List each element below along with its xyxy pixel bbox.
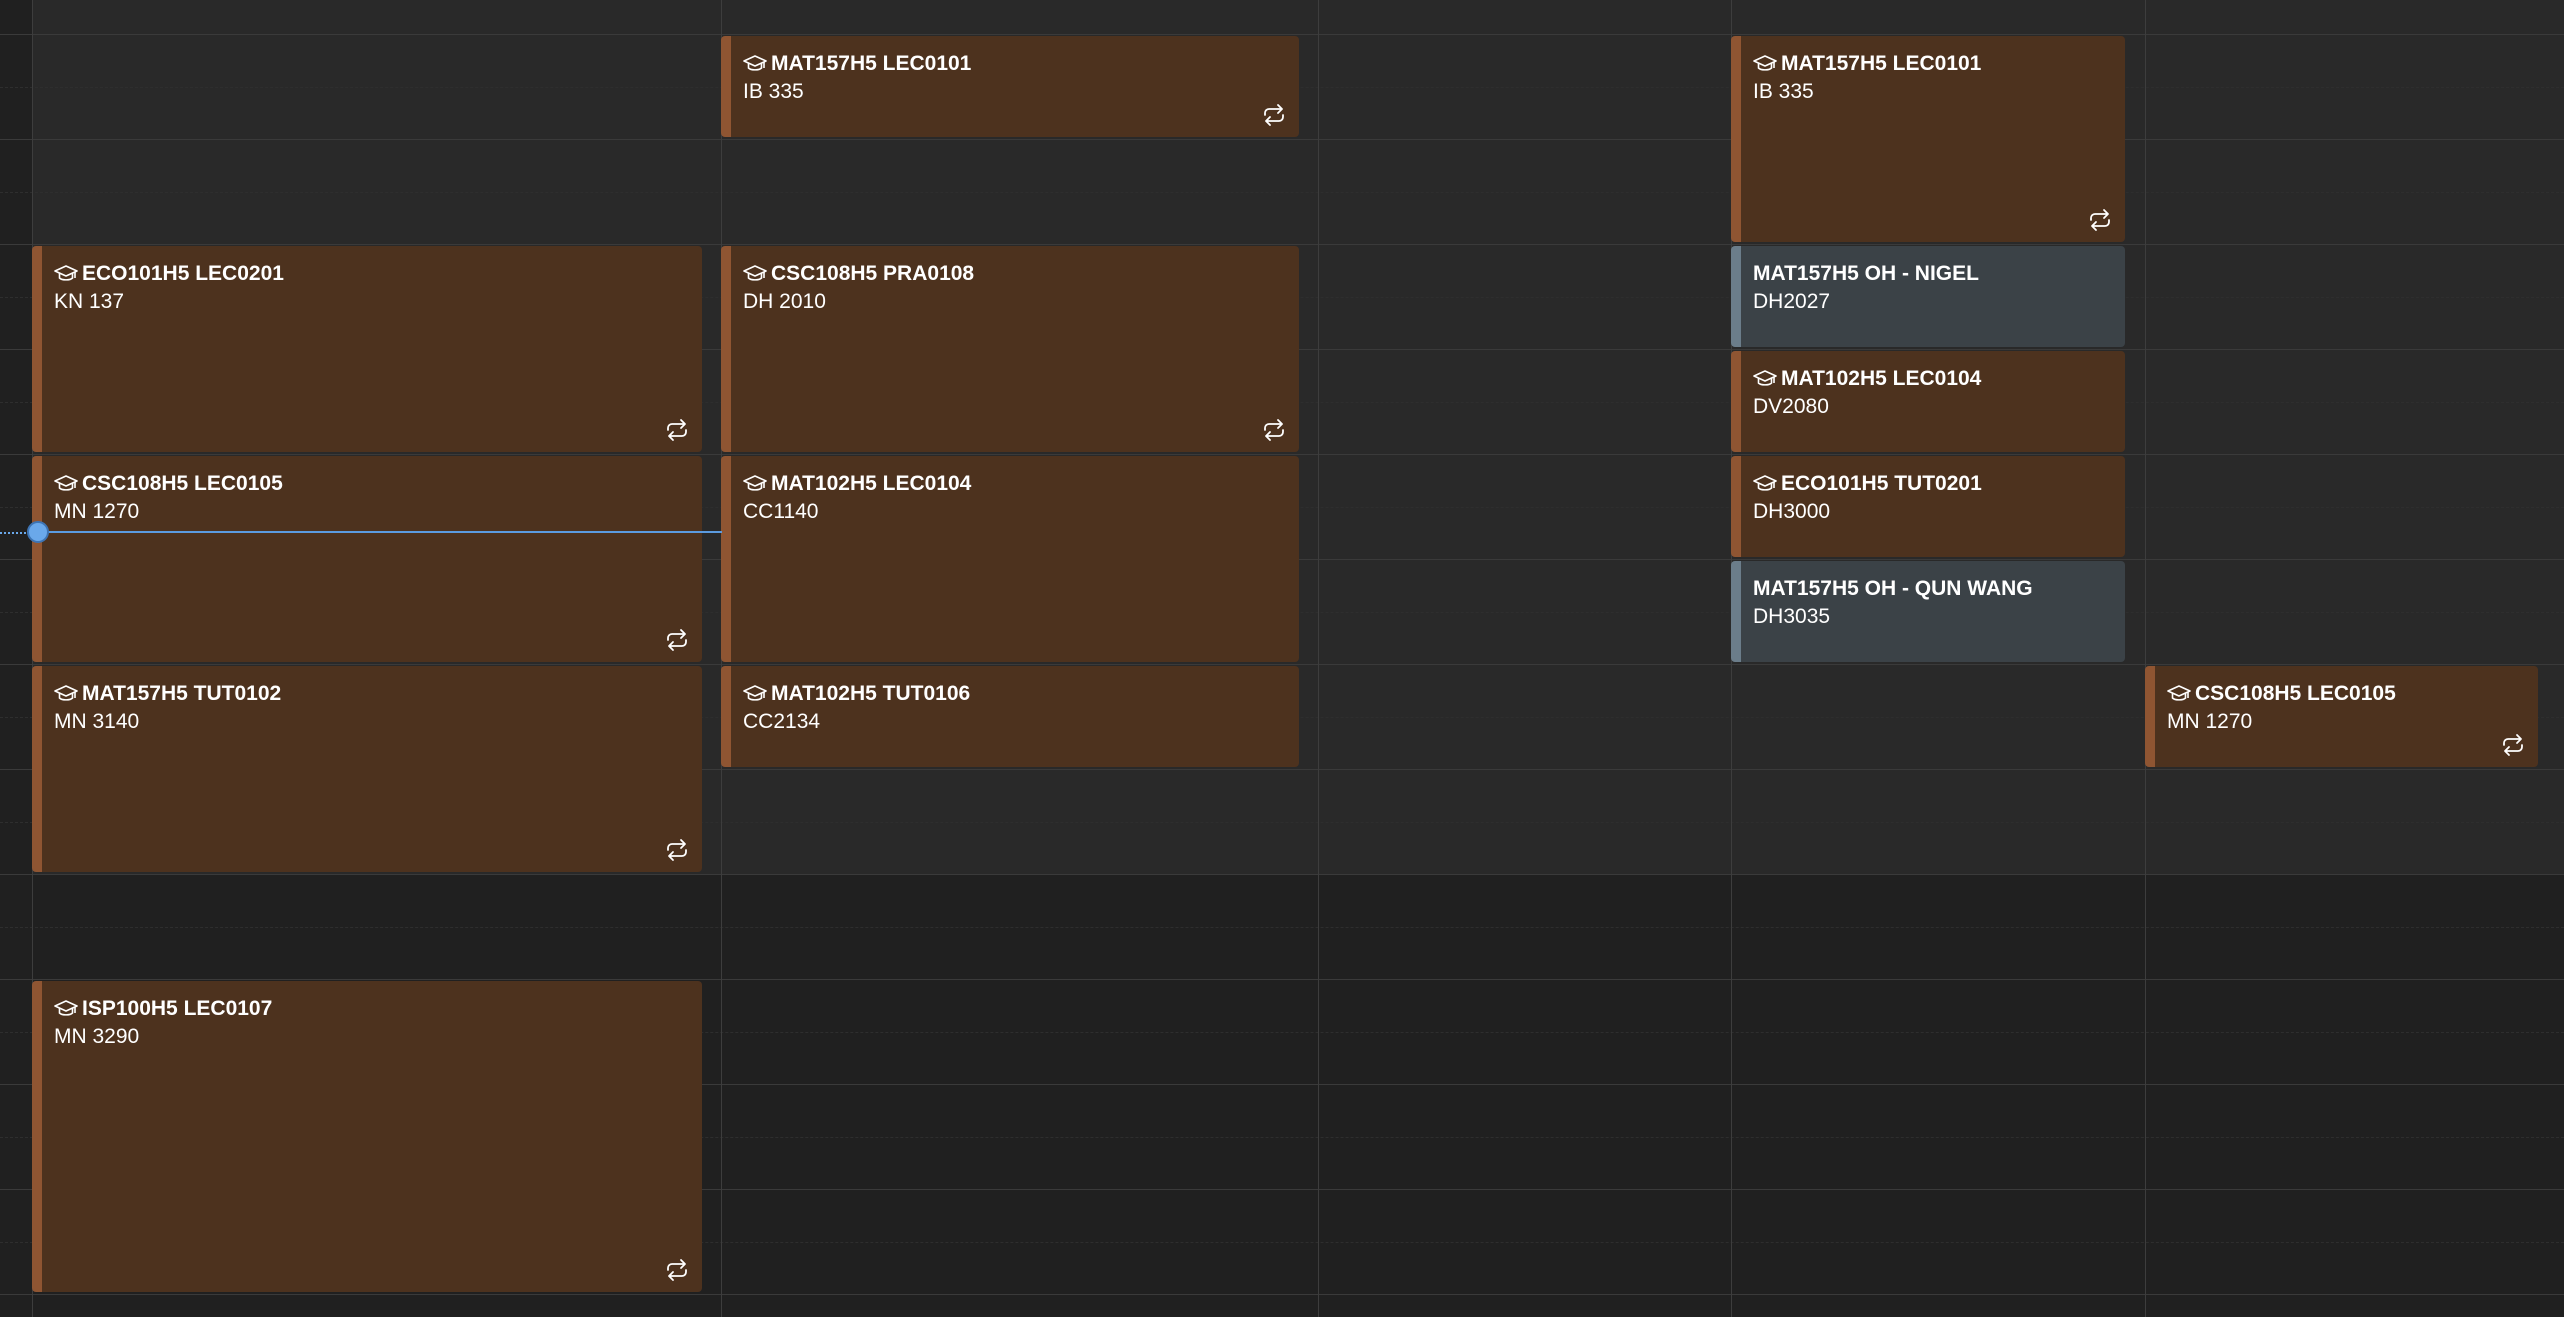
event-title: MAT157H5 LEC0101 (771, 52, 972, 75)
event-location: MN 1270 (54, 500, 140, 523)
event-location: MN 3290 (54, 1025, 140, 1048)
calendar-event-office-hours[interactable]: MAT157H5 OH - QUN WANG DH3035 (1731, 561, 2125, 662)
half-hour-line (0, 192, 2564, 193)
calendar-event[interactable]: CSC108H5 LEC0105 MN 1270 (32, 456, 702, 662)
repeat-icon (667, 839, 687, 861)
event-title: ISP100H5 LEC0107 (82, 997, 273, 1020)
graduation-cap-icon (743, 265, 767, 281)
event-title: MAT102H5 LEC0104 (1781, 367, 1982, 390)
calendar-event[interactable]: ISP100H5 LEC0107 MN 3290 (32, 981, 702, 1292)
calendar-event[interactable]: CSC108H5 LEC0105 MN 1270 (2145, 666, 2538, 767)
event-title: MAT157H5 OH - NIGEL (1753, 262, 1979, 285)
graduation-cap-icon (1753, 55, 1777, 71)
event-location: DV2080 (1753, 395, 1829, 418)
graduation-cap-icon (1753, 370, 1777, 386)
current-time-dotted-line (0, 532, 30, 534)
hour-line (0, 244, 2564, 245)
calendar-event[interactable]: MAT102H5 TUT0106 CC2134 (721, 666, 1299, 767)
hour-line (0, 454, 2564, 455)
calendar-event[interactable]: MAT157H5 TUT0102 MN 3140 (32, 666, 702, 872)
event-location: DH2027 (1753, 290, 1831, 313)
day-column-divider (2145, 0, 2146, 1317)
event-location: CC1140 (743, 500, 819, 523)
calendar-event-office-hours[interactable]: MAT157H5 OH - NIGEL DH2027 (1731, 246, 2125, 347)
graduation-cap-icon (54, 265, 78, 281)
graduation-cap-icon (743, 685, 767, 701)
current-time-dot (27, 521, 49, 543)
repeat-icon (1264, 419, 1284, 441)
event-location: IB 335 (743, 80, 804, 103)
calendar-event[interactable]: ECO101H5 LEC0201 KN 137 (32, 246, 702, 452)
event-title: MAT102H5 TUT0106 (771, 682, 971, 705)
event-location: MN 3140 (54, 710, 140, 733)
repeat-icon (667, 629, 687, 651)
event-title: MAT157H5 LEC0101 (1781, 52, 1982, 75)
event-location: DH3035 (1753, 605, 1831, 628)
calendar-event[interactable]: CSC108H5 PRA0108 DH 2010 (721, 246, 1299, 452)
graduation-cap-icon (54, 1000, 78, 1016)
graduation-cap-icon (743, 475, 767, 491)
calendar-week-grid: MAT157H5 LEC0101 IB 335 MAT157H5 LEC0101… (0, 0, 2564, 1317)
event-title: CSC108H5 LEC0105 (82, 472, 283, 495)
hour-line (0, 664, 2564, 665)
hour-line (0, 1294, 2564, 1295)
current-time-line (38, 531, 722, 533)
event-location: CC2134 (743, 710, 821, 733)
repeat-icon (667, 419, 687, 441)
event-title: MAT157H5 TUT0102 (82, 682, 282, 705)
repeat-icon (2503, 734, 2523, 756)
event-title: MAT102H5 LEC0104 (771, 472, 972, 495)
graduation-cap-icon (1753, 475, 1777, 491)
calendar-event[interactable]: MAT157H5 LEC0101 IB 335 (1731, 36, 2125, 242)
event-title: CSC108H5 PRA0108 (771, 262, 975, 285)
graduation-cap-icon (54, 685, 78, 701)
repeat-icon (1264, 104, 1284, 126)
calendar-event[interactable]: MAT102H5 LEC0104 CC1140 (721, 456, 1299, 662)
event-location: DH3000 (1753, 500, 1831, 523)
event-location: MN 1270 (2167, 710, 2253, 733)
hour-line (0, 979, 2564, 980)
calendar-event[interactable]: ECO101H5 TUT0201 DH3000 (1731, 456, 2125, 557)
graduation-cap-icon (743, 55, 767, 71)
day-column-divider (1318, 0, 1319, 1317)
event-title: ECO101H5 LEC0201 (82, 262, 284, 285)
repeat-icon (667, 1259, 687, 1281)
graduation-cap-icon (2167, 685, 2191, 701)
event-title: MAT157H5 OH - QUN WANG (1753, 577, 2033, 600)
event-location: IB 335 (1753, 80, 1814, 103)
hour-line (0, 139, 2564, 140)
event-location: DH 2010 (743, 290, 826, 313)
hour-line (0, 874, 2564, 875)
repeat-icon (2090, 209, 2110, 231)
event-location: KN 137 (54, 290, 125, 313)
half-hour-line (0, 927, 2564, 928)
hour-line (0, 34, 2564, 35)
graduation-cap-icon (54, 475, 78, 491)
calendar-event[interactable]: MAT102H5 LEC0104 DV2080 (1731, 351, 2125, 452)
event-title: CSC108H5 LEC0105 (2195, 682, 2396, 705)
event-title: ECO101H5 TUT0201 (1781, 472, 1982, 495)
calendar-event[interactable]: MAT157H5 LEC0101 IB 335 (721, 36, 1299, 137)
